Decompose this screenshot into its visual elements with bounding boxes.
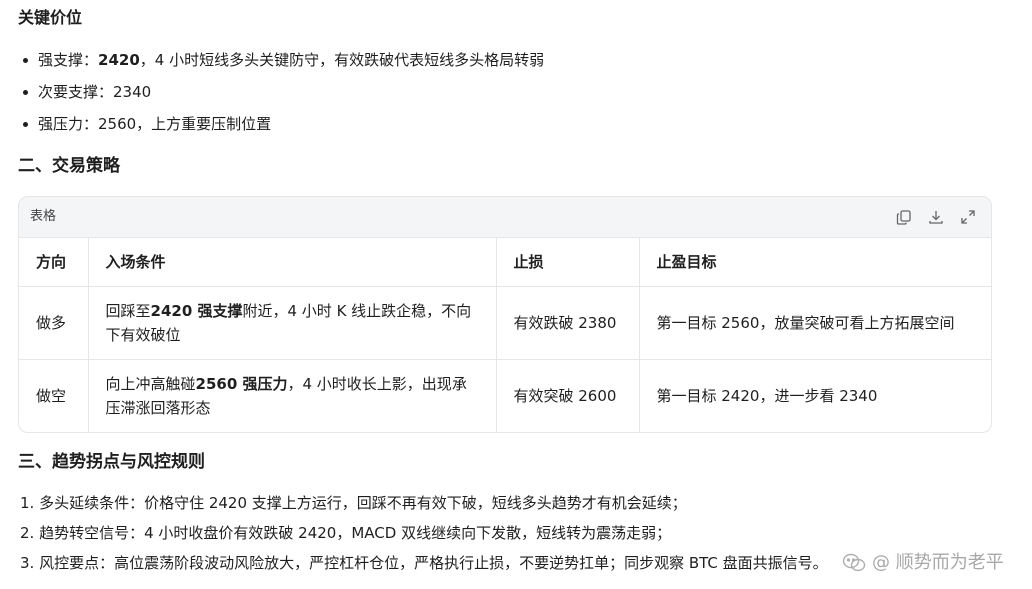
list-item: 强压力：2560，上方重要压制位置 <box>20 114 544 146</box>
download-icon[interactable] <box>927 208 945 226</box>
cell-entry: 向上冲高触碰2560 强压力，4 小时收长上影，出现承压滞涨回落形态 <box>88 359 497 432</box>
cell-stop-loss: 有效突破 2600 <box>496 359 640 432</box>
table-tools <box>895 208 977 226</box>
cell-entry: 回踩至2420 强支撑附近，4 小时 K 线止跌企稳，不向下有效破位 <box>88 286 497 360</box>
cell-take-profit: 第一目标 2560，放量突破可看上方拓展空间 <box>639 286 991 360</box>
list-item: 2. 趋势转空信号：4 小时收盘价有效跌破 2420，MACD 双线继续向下发散… <box>20 524 672 542</box>
copy-icon[interactable] <box>895 208 913 226</box>
strategy-table: 方向 入场条件 止损 止盈目标 做多 回踩至2420 强支撑附近，4 小时 K … <box>19 238 991 432</box>
column-header-stop-loss: 止损 <box>496 238 640 287</box>
cell-direction: 做多 <box>19 286 89 360</box>
key-levels-list: 强支撑：2420，4 小时短线多头关键防守，有效跌破代表短线多头格局转弱 次要支… <box>20 50 544 146</box>
list-item: 强支撑：2420，4 小时短线多头关键防守，有效跌破代表短线多头格局转弱 <box>20 50 544 82</box>
watermark-logo-icon <box>842 552 866 574</box>
table-row: 做空 向上冲高触碰2560 强压力，4 小时收长上影，出现承压滞涨回落形态 有效… <box>19 359 991 432</box>
expand-icon[interactable] <box>959 208 977 226</box>
list-item: 1. 多头延续条件：价格守住 2420 支撑上方运行，回踩不再有效下破，短线多头… <box>20 494 687 512</box>
section-title-key-levels: 关键价位 <box>18 8 83 27</box>
column-header-direction: 方向 <box>19 238 89 287</box>
risk-rules-list: 1. 多头延续条件：价格守住 2420 支撑上方运行，回踩不再有效下破，短线多头… <box>20 493 828 583</box>
table-row: 做多 回踩至2420 强支撑附近，4 小时 K 线止跌企稳，不向下有效破位 有效… <box>19 286 991 360</box>
watermark: @ 顺势而为老平 <box>842 551 1004 575</box>
table-label: 表格 <box>30 209 57 224</box>
column-header-entry: 入场条件 <box>88 238 497 287</box>
table-header-row: 方向 入场条件 止损 止盈目标 <box>19 238 991 287</box>
section-title-strategy: 二、交易策略 <box>18 156 120 176</box>
cell-direction: 做空 <box>19 359 89 432</box>
column-header-take-profit: 止盈目标 <box>639 238 991 287</box>
strategy-table-card: 表格 方向 入场条件 止损 止盈目标 做多 回踩至2420 强支撑附近，4 小时… <box>18 196 992 433</box>
cell-take-profit: 第一目标 2420，进一步看 2340 <box>656 387 878 405</box>
cell-stop-loss: 有效跌破 2380 <box>496 286 640 360</box>
list-item: 3. 风控要点：高位震荡阶段波动风险放大，严控杠杆仓位，严格执行止损，不要逆势扛… <box>20 554 828 572</box>
list-item: 次要支撑：2340 <box>20 82 544 114</box>
table-toolbar: 表格 <box>19 197 991 238</box>
section-title-risk-control: 三、趋势拐点与风控规则 <box>18 452 205 472</box>
watermark-text: @ 顺势而为老平 <box>872 552 1004 573</box>
